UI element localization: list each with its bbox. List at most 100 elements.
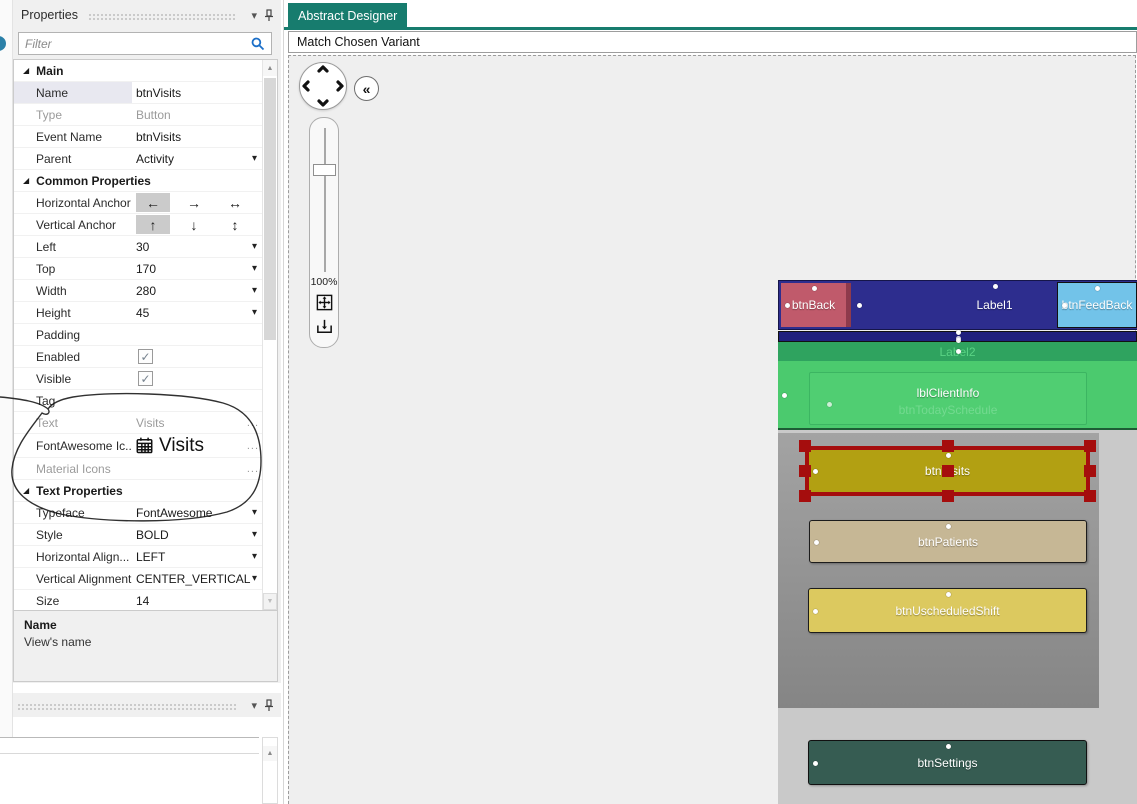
panel-menu-chevron-icon[interactable]: ▾ bbox=[245, 9, 263, 22]
scroll-down-icon[interactable]: ▼ bbox=[263, 593, 277, 610]
anchor-top-button[interactable]: ↑ bbox=[136, 215, 170, 234]
enabled-checkbox[interactable]: ✓ bbox=[138, 349, 153, 364]
filter-box[interactable] bbox=[18, 32, 272, 55]
design-element-btnFeedBack[interactable]: btnFeedBack bbox=[1057, 282, 1137, 328]
prop-row-size[interactable]: Size 14 bbox=[14, 590, 262, 610]
anchor-dot[interactable] bbox=[785, 303, 790, 308]
resize-handle[interactable] bbox=[1084, 440, 1096, 452]
anchor-dot[interactable] bbox=[945, 744, 951, 749]
anchor-dot[interactable] bbox=[811, 286, 817, 291]
resize-handle[interactable] bbox=[799, 440, 811, 452]
pin-icon[interactable] bbox=[263, 8, 275, 22]
anchor-dot[interactable] bbox=[945, 592, 951, 597]
anchor-dot[interactable] bbox=[955, 349, 961, 354]
anchor-dot[interactable] bbox=[945, 453, 951, 458]
prop-row-parent[interactable]: Parent Activity ▾ bbox=[14, 148, 262, 170]
anchor-dot[interactable] bbox=[946, 524, 951, 529]
zoom-slider-track[interactable] bbox=[324, 128, 326, 272]
prop-row-text[interactable]: Text Visits ... bbox=[14, 412, 262, 434]
dropdown-chevron-icon[interactable]: ▾ bbox=[252, 153, 257, 164]
prop-row-left[interactable]: Left 30 ▾ bbox=[14, 236, 262, 258]
anchor-dot[interactable] bbox=[813, 608, 818, 614]
prop-row-material-icons[interactable]: Material Icons ... bbox=[14, 458, 262, 480]
center-handle[interactable] bbox=[941, 465, 954, 477]
resize-handle[interactable] bbox=[941, 490, 954, 502]
prop-row-tag[interactable]: Tag bbox=[14, 390, 262, 412]
prop-value-name[interactable]: btnVisits bbox=[136, 86, 181, 100]
ellipsis-button[interactable]: ... bbox=[247, 463, 259, 475]
resize-handle[interactable] bbox=[941, 440, 954, 452]
ellipsis-button[interactable]: ... bbox=[247, 440, 259, 452]
prop-row-name[interactable]: Name btnVisits bbox=[14, 82, 262, 104]
prop-row-vertical-alignment[interactable]: Vertical Alignment CENTER_VERTICAL ▾ bbox=[14, 568, 262, 590]
ellipsis-button[interactable]: ... bbox=[247, 417, 259, 429]
anchor-stretch-h-button[interactable]: ↔ bbox=[218, 193, 252, 212]
zoom-slider-thumb[interactable] bbox=[313, 164, 336, 176]
tab-abstract-designer[interactable]: Abstract Designer bbox=[288, 3, 408, 28]
anchor-dot[interactable] bbox=[814, 539, 819, 545]
anchor-bottom-button[interactable]: ↓ bbox=[177, 215, 211, 234]
dropdown-chevron-icon[interactable]: ▾ bbox=[252, 551, 257, 562]
scrollbar-thumb[interactable] bbox=[264, 78, 276, 340]
dropdown-chevron-icon[interactable]: ▾ bbox=[252, 241, 257, 252]
section-common-properties[interactable]: ◢ Common Properties bbox=[14, 170, 262, 192]
prop-row-enabled[interactable]: Enabled ✓ bbox=[14, 346, 262, 368]
resize-handle[interactable] bbox=[1084, 490, 1096, 502]
dropdown-chevron-icon[interactable]: ▾ bbox=[252, 573, 257, 584]
anchor-dot[interactable] bbox=[857, 303, 862, 308]
prop-row-event-name[interactable]: Event Name btnVisits bbox=[14, 126, 262, 148]
dropdown-chevron-icon[interactable]: ▾ bbox=[252, 285, 257, 296]
design-canvas[interactable]: « 100% btnBack Label1 btnFeedBack lblCli… bbox=[288, 55, 1137, 804]
pan-compass-control[interactable] bbox=[299, 62, 347, 110]
dropdown-chevron-icon[interactable]: ▾ bbox=[252, 307, 257, 318]
design-element-btnUscheduledShift[interactable]: btnUscheduledShift bbox=[808, 588, 1087, 633]
design-element-gray-panel[interactable]: btnVisits btnPatients btnUscheduledShift bbox=[778, 433, 1099, 708]
prop-row-height[interactable]: Height 45 ▾ bbox=[14, 302, 262, 324]
section-main[interactable]: ◢ Main bbox=[14, 60, 262, 82]
anchor-left-button[interactable]: ← bbox=[136, 193, 170, 212]
collapse-triangle-icon[interactable]: ◢ bbox=[23, 486, 29, 495]
prop-row-horizontal-alignment[interactable]: Horizontal Align... LEFT ▾ bbox=[14, 546, 262, 568]
anchor-dot[interactable] bbox=[813, 469, 818, 474]
design-element-btnVisits-selected[interactable]: btnVisits bbox=[799, 440, 1096, 502]
prop-row-fontawesome-icon[interactable]: FontAwesome Ic... Visits ... bbox=[14, 434, 262, 458]
panel-menu-chevron-icon[interactable]: ▾ bbox=[245, 699, 263, 712]
prop-row-style[interactable]: Style BOLD ▾ bbox=[14, 524, 262, 546]
design-element-header-bar[interactable]: btnBack Label1 btnFeedBack bbox=[778, 280, 1137, 330]
dropdown-chevron-icon[interactable]: ▾ bbox=[252, 507, 257, 518]
fit-to-screen-icon[interactable] bbox=[314, 292, 335, 313]
design-element-btnSettings[interactable]: btnSettings bbox=[808, 740, 1087, 785]
scroll-up-icon[interactable]: ▲ bbox=[263, 60, 277, 76]
anchor-dot[interactable] bbox=[827, 402, 832, 407]
prop-row-padding[interactable]: Padding bbox=[14, 324, 262, 346]
variant-selector[interactable]: Match Chosen Variant bbox=[288, 31, 1137, 53]
anchor-right-button[interactable]: → bbox=[177, 193, 211, 212]
fit-width-icon[interactable] bbox=[314, 316, 335, 337]
pin-icon[interactable] bbox=[263, 698, 275, 712]
prop-row-width[interactable]: Width 280 ▾ bbox=[14, 280, 262, 302]
scroll-up-icon[interactable]: ▲ bbox=[263, 746, 277, 761]
anchor-stretch-v-button[interactable]: ↕ bbox=[218, 215, 252, 234]
resize-handle[interactable] bbox=[1084, 465, 1096, 477]
design-element-btnBack[interactable]: btnBack bbox=[781, 283, 851, 327]
fontawesome-icon-value[interactable]: Visits bbox=[159, 435, 204, 457]
design-element-btnTodaySchedule[interactable]: lblClientInfo btnTodaySchedule bbox=[809, 372, 1087, 425]
collapse-panel-icon[interactable]: « bbox=[354, 76, 379, 101]
secondary-panel-scrollbar[interactable]: ▲ bbox=[262, 737, 278, 804]
collapse-triangle-icon[interactable]: ◢ bbox=[23, 176, 29, 185]
prop-row-top[interactable]: Top 170 ▾ bbox=[14, 258, 262, 280]
anchor-dot[interactable] bbox=[955, 336, 961, 341]
design-element-Label2[interactable]: Label2 bbox=[778, 336, 1137, 361]
anchor-dot[interactable] bbox=[955, 330, 961, 335]
anchor-dot[interactable] bbox=[992, 284, 998, 289]
property-grid-scrollbar[interactable]: ▲ ▼ bbox=[262, 60, 277, 610]
anchor-dot[interactable] bbox=[1095, 286, 1100, 291]
resize-handle[interactable] bbox=[799, 490, 811, 502]
anchor-dot[interactable] bbox=[1062, 303, 1067, 308]
design-element-lblClientInfo[interactable]: lblClientInfo btnTodaySchedule bbox=[778, 361, 1137, 430]
search-icon[interactable] bbox=[251, 37, 271, 51]
dropdown-chevron-icon[interactable]: ▾ bbox=[252, 263, 257, 274]
visible-checkbox[interactable]: ✓ bbox=[138, 371, 153, 386]
section-text-properties[interactable]: ◢ Text Properties bbox=[14, 480, 262, 502]
design-element-btnPatients[interactable]: btnPatients bbox=[809, 520, 1087, 563]
